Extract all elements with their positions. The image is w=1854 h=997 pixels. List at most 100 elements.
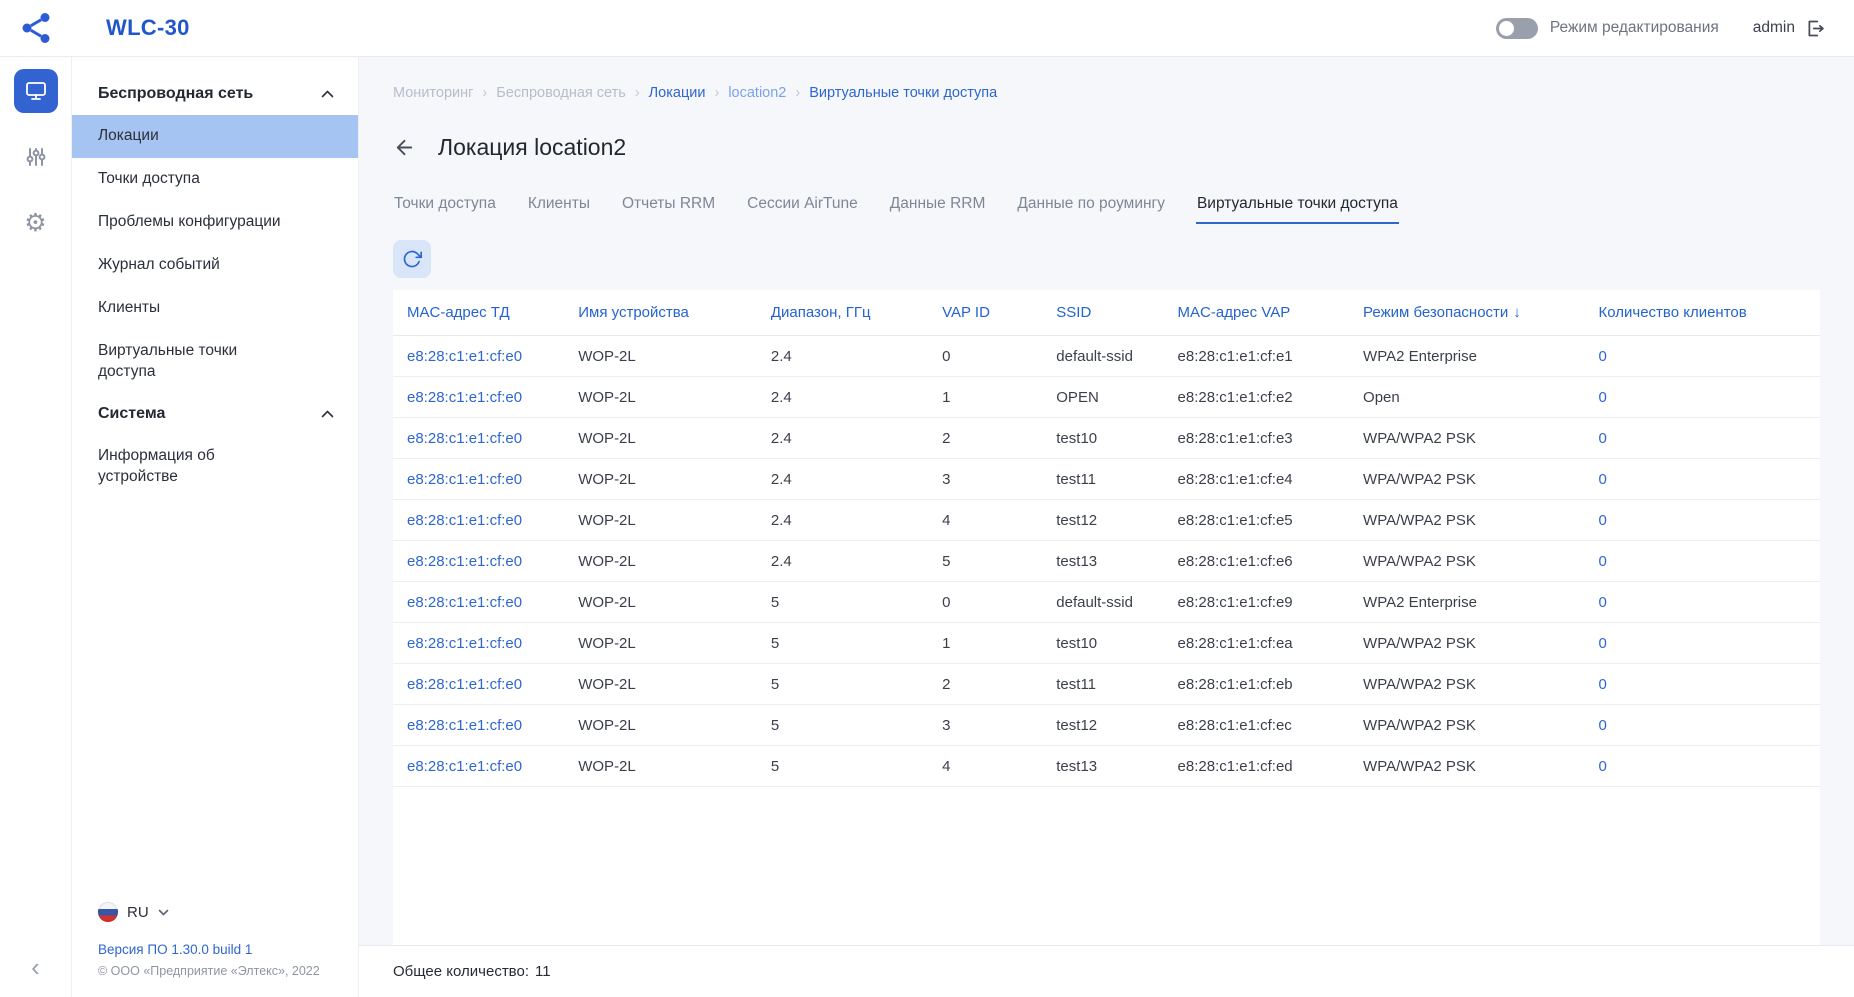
column-header[interactable]: Имя устройства bbox=[564, 290, 757, 336]
copyright-text: © ООО «Предприятие «Элтекс», 2022 bbox=[72, 959, 358, 983]
logout-button[interactable] bbox=[1805, 18, 1826, 39]
cell-ap-mac-link[interactable]: e8:28:c1:e1:cf:e0 bbox=[393, 500, 564, 541]
tab[interactable]: Отчеты RRM bbox=[621, 195, 716, 224]
sliders-icon bbox=[24, 145, 48, 169]
column-header[interactable]: VAP ID bbox=[928, 290, 1042, 336]
cell-ssid: OPEN bbox=[1042, 377, 1163, 418]
cell-clients-count-link[interactable]: 0 bbox=[1585, 500, 1821, 541]
logout-icon bbox=[1805, 18, 1826, 39]
toggle-knob bbox=[1499, 21, 1514, 36]
cell-clients-count-link[interactable]: 0 bbox=[1585, 377, 1821, 418]
table-footer: Общее количество: 11 bbox=[359, 945, 1854, 997]
cell-clients-count-link[interactable]: 0 bbox=[1585, 582, 1821, 623]
cell-ap-mac-link[interactable]: e8:28:c1:e1:cf:e0 bbox=[393, 459, 564, 500]
sidebar-item[interactable]: Клиенты bbox=[72, 287, 358, 330]
sidebar-item[interactable]: Проблемы конфигурации bbox=[72, 201, 358, 244]
cell-ssid: test11 bbox=[1042, 459, 1163, 500]
sidebar-item[interactable]: Локации bbox=[72, 115, 358, 158]
cell-clients-count-link[interactable]: 0 bbox=[1585, 336, 1821, 377]
cell-security-mode: WPA/WPA2 PSK bbox=[1349, 541, 1584, 582]
table-row: e8:28:c1:e1:cf:e0 WOP-2L 5 1 test10 e8:2… bbox=[393, 623, 1820, 664]
back-button[interactable] bbox=[393, 136, 416, 159]
cell-clients-count-link[interactable]: 0 bbox=[1585, 664, 1821, 705]
cell-device-name: WOP-2L bbox=[564, 500, 757, 541]
sidebar-bottom: RU Версия ПО 1.30.0 build 1 © ООО «Предп… bbox=[72, 890, 358, 997]
cell-ap-mac-link[interactable]: e8:28:c1:e1:cf:e0 bbox=[393, 418, 564, 459]
icon-rail: ⚙ ‹ bbox=[0, 57, 72, 997]
sidebar-item[interactable]: Журнал событий bbox=[72, 244, 358, 287]
breadcrumb: МониторингБеспроводная сетьЛокацииlocati… bbox=[359, 57, 1854, 107]
breadcrumb-item[interactable]: location2 bbox=[705, 85, 786, 101]
table-row: e8:28:c1:e1:cf:e0 WOP-2L 2.4 0 default-s… bbox=[393, 336, 1820, 377]
tab[interactable]: Данные RRM bbox=[889, 195, 987, 224]
column-header[interactable]: Количество клиентов bbox=[1585, 290, 1821, 336]
cell-ap-mac-link[interactable]: e8:28:c1:e1:cf:e0 bbox=[393, 582, 564, 623]
breadcrumb-item[interactable]: Беспроводная сеть bbox=[473, 85, 625, 101]
tab[interactable]: Данные по роумингу bbox=[1016, 195, 1166, 224]
cell-vap-id: 3 bbox=[928, 705, 1042, 746]
tab[interactable]: Клиенты bbox=[527, 195, 591, 224]
breadcrumb-item[interactable]: Виртуальные точки доступа bbox=[786, 85, 997, 101]
total-count-value: 11 bbox=[535, 963, 551, 980]
cell-device-name: WOP-2L bbox=[564, 459, 757, 500]
cell-vap-mac: e8:28:c1:e1:cf:e2 bbox=[1164, 377, 1350, 418]
eltex-logo-icon bbox=[18, 10, 54, 46]
app-title: WLC-30 bbox=[106, 15, 190, 41]
cell-vap-mac: e8:28:c1:e1:cf:e6 bbox=[1164, 541, 1350, 582]
cell-clients-count-link[interactable]: 0 bbox=[1585, 705, 1821, 746]
edit-mode-toggle[interactable] bbox=[1496, 18, 1538, 39]
column-header[interactable]: Режим безопасности↓ bbox=[1349, 290, 1584, 336]
cell-security-mode: WPA/WPA2 PSK bbox=[1349, 746, 1584, 787]
cell-vap-mac: e8:28:c1:e1:cf:e3 bbox=[1164, 418, 1350, 459]
rail-item-settings-sliders[interactable] bbox=[14, 135, 58, 179]
cell-ssid: test13 bbox=[1042, 541, 1163, 582]
chevron-left-icon: ‹ bbox=[31, 952, 40, 982]
column-header[interactable]: MAC-адрес VAP bbox=[1164, 290, 1350, 336]
header-right: Режим редактирования admin bbox=[1496, 18, 1826, 39]
sidebar: Беспроводная сеть ЛокацииТочки доступаПр… bbox=[72, 57, 359, 997]
sidebar-section-wireless[interactable]: Беспроводная сеть bbox=[72, 73, 358, 115]
cell-clients-count-link[interactable]: 0 bbox=[1585, 459, 1821, 500]
cell-clients-count-link[interactable]: 0 bbox=[1585, 623, 1821, 664]
language-selector[interactable]: RU bbox=[72, 890, 358, 934]
tab[interactable]: Сессии AirTune bbox=[746, 195, 859, 224]
tab-bar: Точки доступа Клиенты Отчеты RRM Сессии Air… bbox=[359, 181, 1854, 224]
cell-ap-mac-link[interactable]: e8:28:c1:e1:cf:e0 bbox=[393, 664, 564, 705]
breadcrumb-item[interactable]: Мониторинг bbox=[393, 85, 473, 101]
tab[interactable]: Точки доступа bbox=[393, 195, 497, 224]
page-title: Локация location2 bbox=[438, 134, 626, 161]
cell-vap-mac: e8:28:c1:e1:cf:e5 bbox=[1164, 500, 1350, 541]
cell-ap-mac-link[interactable]: e8:28:c1:e1:cf:e0 bbox=[393, 705, 564, 746]
cell-ap-mac-link[interactable]: e8:28:c1:e1:cf:e0 bbox=[393, 377, 564, 418]
tab[interactable]: Виртуальные точки доступа bbox=[1196, 195, 1399, 224]
firmware-version-link[interactable]: Версия ПО 1.30.0 build 1 bbox=[72, 934, 358, 959]
cell-ap-mac-link[interactable]: e8:28:c1:e1:cf:e0 bbox=[393, 336, 564, 377]
table-row: e8:28:c1:e1:cf:e0 WOP-2L 2.4 5 test13 e8… bbox=[393, 541, 1820, 582]
cell-band-ghz: 2.4 bbox=[757, 336, 928, 377]
cell-ap-mac-link[interactable]: e8:28:c1:e1:cf:e0 bbox=[393, 746, 564, 787]
column-header-label: VAP ID bbox=[942, 304, 990, 321]
sidebar-section-system[interactable]: Система bbox=[72, 393, 358, 435]
sidebar-item[interactable]: Информация об устройстве bbox=[72, 435, 358, 499]
cell-clients-count-link[interactable]: 0 bbox=[1585, 746, 1821, 787]
sidebar-item[interactable]: Точки доступа bbox=[72, 158, 358, 201]
rail-item-monitoring[interactable] bbox=[14, 69, 58, 113]
cell-vap-id: 1 bbox=[928, 623, 1042, 664]
column-header[interactable]: Диапазон, ГГц bbox=[757, 290, 928, 336]
cell-clients-count-link[interactable]: 0 bbox=[1585, 541, 1821, 582]
breadcrumb-item[interactable]: Локации bbox=[626, 85, 706, 101]
cell-clients-count-link[interactable]: 0 bbox=[1585, 418, 1821, 459]
cell-ap-mac-link[interactable]: e8:28:c1:e1:cf:e0 bbox=[393, 541, 564, 582]
rail-item-system-settings[interactable]: ⚙ bbox=[14, 201, 58, 245]
column-header[interactable]: SSID bbox=[1042, 290, 1163, 336]
column-header-label: MAC-адрес ТД bbox=[407, 304, 510, 321]
cell-band-ghz: 5 bbox=[757, 623, 928, 664]
column-header-label: SSID bbox=[1056, 304, 1091, 321]
sidebar-item[interactable]: Виртуальные точки доступа bbox=[72, 330, 358, 394]
cell-ap-mac-link[interactable]: e8:28:c1:e1:cf:e0 bbox=[393, 623, 564, 664]
refresh-button[interactable] bbox=[393, 240, 431, 278]
app-window: WLC-30 Режим редактирования admin bbox=[0, 0, 1854, 997]
column-header[interactable]: MAC-адрес ТД bbox=[393, 290, 564, 336]
collapse-sidebar-button[interactable]: ‹ bbox=[25, 953, 46, 981]
cell-device-name: WOP-2L bbox=[564, 582, 757, 623]
